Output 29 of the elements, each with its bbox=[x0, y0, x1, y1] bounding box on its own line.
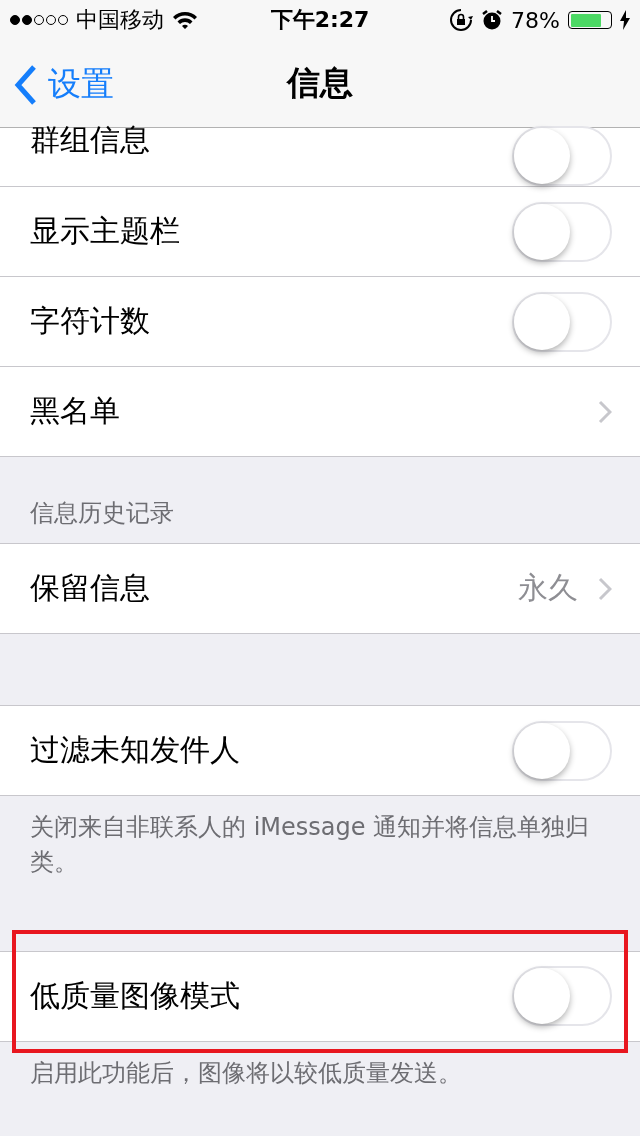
clock: 下午2:27 bbox=[270, 6, 370, 34]
row-label: 显示主题栏 bbox=[30, 212, 181, 250]
battery-icon bbox=[568, 11, 612, 29]
row-label: 保留信息 bbox=[30, 569, 151, 607]
section-footer: 启用此功能后，图像将以较低质量发送。 bbox=[0, 1041, 640, 1091]
row-label: 群组信息 bbox=[30, 121, 151, 159]
alarm-icon bbox=[481, 9, 504, 31]
wifi-icon bbox=[172, 10, 198, 30]
toggle-switch[interactable] bbox=[512, 291, 612, 352]
charging-icon bbox=[620, 10, 630, 30]
section-footer: 关闭来自非联系人的 iMessage 通知并将信息单独归类。 bbox=[0, 796, 640, 880]
toggle-switch[interactable] bbox=[512, 720, 612, 781]
battery-percent: 78% bbox=[511, 7, 560, 33]
row-value: 永久 bbox=[518, 569, 578, 607]
page-title: 信息 bbox=[287, 62, 353, 104]
row-label: 字符计数 bbox=[30, 302, 151, 340]
back-chevron-icon bbox=[14, 64, 38, 105]
chevron-icon bbox=[598, 399, 612, 424]
toggle-switch[interactable] bbox=[512, 966, 612, 1027]
toggle-switch[interactable] bbox=[512, 126, 612, 186]
carrier-name: 中国移动 bbox=[76, 6, 164, 34]
chevron-icon bbox=[598, 576, 612, 601]
row-label: 低质量图像模式 bbox=[30, 976, 241, 1015]
rotation-lock-icon bbox=[449, 8, 474, 32]
toggle-switch[interactable] bbox=[512, 201, 612, 262]
row-label: 黑名单 bbox=[30, 392, 121, 430]
back-button[interactable]: 设置 bbox=[14, 62, 114, 107]
section-header: 信息历史记录 bbox=[29, 498, 175, 529]
row-label: 过滤未知发件人 bbox=[30, 731, 241, 769]
